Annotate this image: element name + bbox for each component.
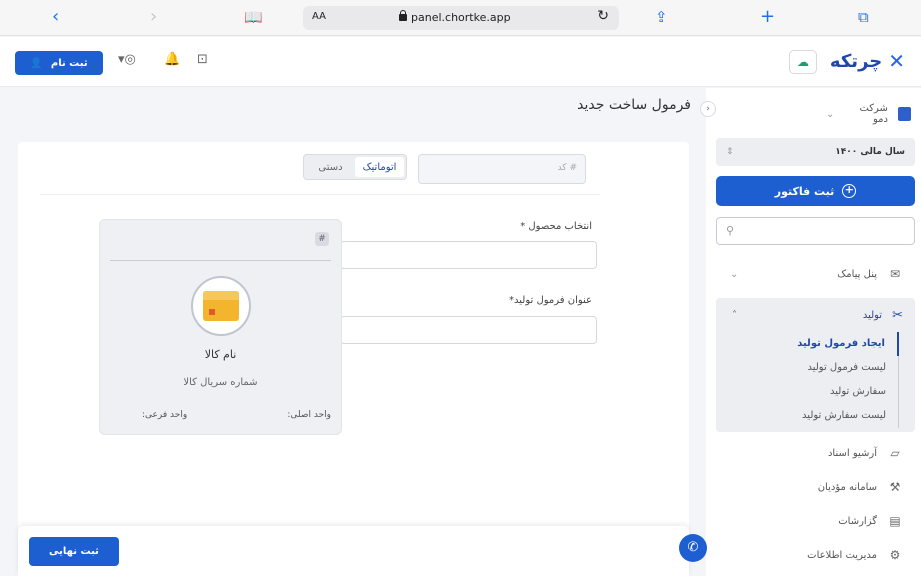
chevron-down-icon: ⌄ [730, 268, 739, 280]
divider [110, 260, 331, 261]
sidebar-item-sms[interactable]: ✉ پنل پیامک ⌄ [716, 259, 915, 289]
sidebar-item-production[interactable]: ✂ تولید ˄ [716, 298, 915, 323]
fiscal-year-select[interactable]: سال مالی ۱۴۰۰ ⇕ [716, 138, 915, 166]
sidebar-item-label: تولید [862, 310, 883, 321]
sidebar-item-archive[interactable]: ▱ آرشیو اسناد [716, 438, 915, 468]
address-bar[interactable]: AA panel.chortke.app ↻ [303, 6, 619, 30]
product-image [191, 276, 251, 336]
reload-icon[interactable]: ↻ [597, 8, 609, 24]
fiscal-year-label: سال مالی ۱۴۰۰ [835, 147, 905, 157]
logo-mark-icon: ✕ [888, 49, 905, 73]
sidebar-subitem-production-order[interactable]: سفارش تولید [739, 380, 899, 404]
toggle-manual[interactable]: دستی [306, 157, 355, 177]
chevron-up-icon: ˄ [732, 310, 737, 321]
updown-icon: ⇕ [726, 147, 734, 157]
url-text: panel.chortke.app [411, 11, 511, 24]
sidebar-item-reports[interactable]: ▤ گزارشات [716, 506, 915, 536]
phone-icon: ✆ [687, 540, 699, 555]
coin-dropdown-icon[interactable]: ▾◎ [118, 52, 136, 67]
product-serial: شماره سریال کالا [183, 377, 258, 388]
tabs-icon[interactable]: ⧉ [858, 6, 869, 28]
add-invoice-label: ثبت فاکتور [774, 184, 835, 198]
logo: ✕ چرتکه [830, 49, 905, 73]
divider [40, 194, 600, 195]
gavel-icon: ⚒ [889, 480, 901, 494]
sidebar-subitem-order-list[interactable]: لیست سفارش تولید [739, 404, 899, 428]
sidebar-item-label: سامانه مؤدیان [817, 481, 877, 493]
hash-icon: # [315, 232, 329, 246]
company-selector[interactable]: شرکت دمو ⌄ [716, 103, 911, 125]
folder-icon: ▱ [890, 446, 900, 460]
formula-title-label: عنوان فرمول تولید* [509, 295, 592, 306]
lock-icon [399, 10, 407, 21]
forward-icon[interactable]: › [150, 6, 157, 28]
new-tab-icon[interactable]: + [760, 6, 775, 28]
sidebar-item-taxpayers[interactable]: ⚒ سامانه مؤدیان [716, 472, 915, 502]
tools-icon: ✂ [892, 308, 903, 323]
glasses-icon[interactable]: ⊡ [197, 52, 208, 67]
settings-folder-icon: ⚙ [889, 548, 901, 562]
logo-text: چرتکه [829, 50, 883, 72]
code-mode-toggle: اتوماتیک دستی [303, 154, 407, 180]
box-icon [203, 291, 239, 321]
bottom-action-bar: ثبت نهایی [18, 526, 689, 576]
browser-toolbar: ‹ › 📖 AA panel.chortke.app ↻ ⇪ + ⧉ [0, 0, 921, 36]
bell-icon[interactable]: 🔔 [164, 52, 180, 67]
sidebar: شرکت دمو ⌄ سال مالی ۱۴۰۰ ⇕ + ثبت فاکتور … [706, 88, 921, 576]
sidebar-subitem-create-formula[interactable]: ایجاد فرمول تولید [739, 332, 899, 356]
collapse-sidebar-button[interactable]: › [700, 101, 716, 117]
sidebar-item-label: گزارشات [838, 515, 877, 527]
product-select[interactable] [340, 241, 597, 269]
code-placeholder: کد # [557, 163, 577, 173]
sms-icon: ✉ [889, 267, 901, 281]
sidebar-group-production: ✂ تولید ˄ ایجاد فرمول تولید لیست فرمول ت… [716, 298, 915, 432]
product-select-label: انتخاب محصول * [520, 221, 592, 232]
app-header: ثبت نام 👤 ▾◎ 🔔 ⊡ ☁ ✕ چرتکه [0, 37, 921, 87]
share-icon[interactable]: ⇪ [655, 6, 668, 28]
formula-title-input[interactable] [340, 316, 597, 344]
sidebar-item-label: پنل پیامک [837, 268, 877, 280]
sidebar-item-data-management[interactable]: ⚙ مدیریت اطلاعات [716, 540, 915, 570]
chevron-down-icon: ⌄ [826, 108, 835, 120]
user-icon: 👤 [30, 57, 43, 69]
cloud-icon: ☁ [797, 55, 809, 69]
add-invoice-button[interactable]: + ثبت فاکتور [716, 176, 915, 206]
signup-button[interactable]: ثبت نام 👤 [15, 51, 103, 75]
building-icon [897, 107, 911, 121]
report-icon: ▤ [889, 514, 901, 528]
sidebar-subitem-formula-list[interactable]: لیست فرمول تولید [739, 356, 899, 380]
final-submit-button[interactable]: ثبت نهایی [29, 537, 119, 566]
production-subitems: ایجاد فرمول تولید لیست فرمول تولید سفارش… [739, 332, 899, 428]
signup-label: ثبت نام [50, 57, 88, 69]
plus-circle-icon: + [842, 184, 857, 198]
phone-support-button[interactable]: ✆ [679, 534, 707, 562]
cloud-button[interactable]: ☁ [789, 50, 817, 74]
sidebar-item-label: مدیریت اطلاعات [807, 549, 877, 561]
product-name: نام کالا [204, 348, 237, 361]
toggle-auto[interactable]: اتوماتیک [355, 157, 404, 177]
bookmarks-icon[interactable]: 📖 [244, 6, 263, 28]
code-input[interactable]: کد # [418, 154, 586, 184]
sub-unit-label: واحد فرعی: [142, 410, 188, 420]
company-name: شرکت دمو [859, 103, 888, 125]
back-icon[interactable]: ‹ [52, 6, 59, 28]
reader-aa-button[interactable]: AA [312, 11, 326, 22]
search-icon: ⚲ [726, 224, 735, 237]
page-title: فرمول ساخت جدید [577, 97, 691, 113]
main-unit-label: واحد اصلی: [287, 410, 331, 420]
product-preview-card: # نام کالا شماره سریال کالا واحد اصلی: و… [99, 219, 342, 435]
sidebar-search-input[interactable]: ⚲ [716, 217, 915, 245]
sidebar-item-label: آرشیو اسناد [827, 447, 877, 459]
